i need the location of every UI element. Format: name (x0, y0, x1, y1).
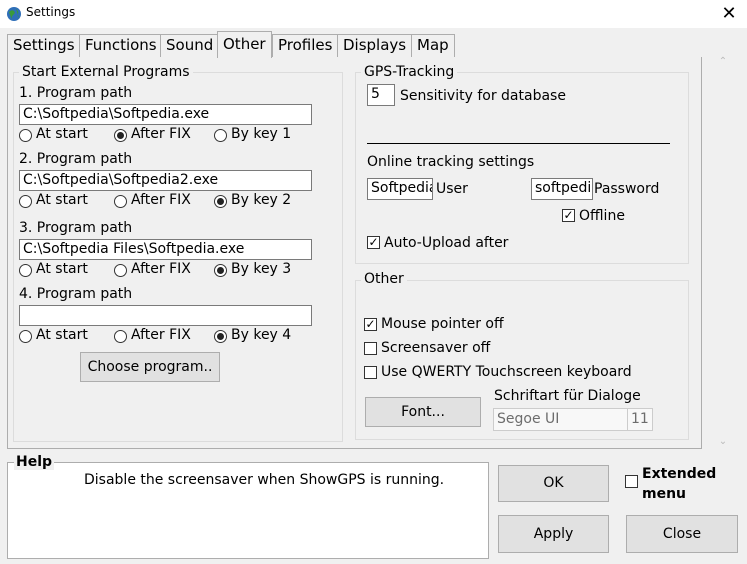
extended-menu-label: Extended menu (642, 466, 717, 502)
gps-separator (367, 143, 670, 144)
font-button[interactable]: Font... (365, 397, 481, 427)
ok-button[interactable]: OK (498, 465, 609, 502)
program-4-by-key-radio[interactable] (214, 330, 227, 343)
program-3-by-key-label: By key 3 (231, 261, 292, 277)
program-2-by-key-label: By key 2 (231, 192, 292, 208)
close-icon[interactable]: ✕ (718, 3, 740, 25)
sensitivity-input[interactable]: 5 (367, 84, 395, 106)
gps-tracking-title: GPS-Tracking (361, 64, 458, 80)
user-input[interactable]: Softpedia (367, 178, 433, 200)
program-1-by-key-label: By key 1 (231, 126, 292, 142)
external-programs-title: Start External Programs (19, 64, 193, 80)
password-label: Password (594, 181, 660, 197)
apply-button[interactable]: Apply (498, 515, 609, 553)
other-group-title: Other (361, 271, 407, 287)
help-title: Help (14, 454, 55, 470)
auto-upload-checkbox[interactable]: ✓ (367, 236, 380, 249)
font-name-field: Segoe UI (493, 408, 628, 431)
program-4-by-key-label: By key 4 (231, 327, 292, 343)
font-caption: Schriftart für Dialoge (494, 388, 641, 404)
program-1-at-start-label: At start (36, 126, 88, 142)
program-2-at-start-label: At start (36, 192, 88, 208)
tab-map[interactable]: Map (411, 34, 455, 57)
mouse-pointer-checkbox[interactable]: ✓ (364, 318, 377, 331)
window-title: Settings (26, 5, 76, 19)
screensaver-checkbox[interactable] (364, 342, 377, 355)
sensitivity-label: Sensitivity for database (400, 88, 566, 104)
program-2-path-input[interactable]: C:\Softpedia\Softpedia2.exe (19, 170, 312, 191)
program-4-label: 4. Program path (19, 286, 133, 302)
program-1-at-start-radio[interactable] (19, 129, 32, 142)
program-4-after-fix-radio[interactable] (114, 330, 127, 343)
offline-checkbox[interactable]: ✓ (562, 209, 575, 222)
choose-program-button[interactable]: Choose program.. (80, 352, 220, 382)
program-2-label: 2. Program path (19, 151, 133, 167)
scroll-up-icon[interactable]: ⌃ (703, 54, 743, 70)
help-text: Disable the screensaver when ShowGPS is … (84, 472, 445, 488)
program-3-after-fix-radio[interactable] (114, 264, 127, 277)
user-label: User (436, 181, 468, 197)
online-tracking-label: Online tracking settings (367, 154, 535, 170)
program-3-at-start-radio[interactable] (19, 264, 32, 277)
program-1-label: 1. Program path (19, 85, 133, 101)
scroll-down-icon[interactable]: ⌄ (703, 434, 743, 450)
program-1-after-fix-label: After FIX (131, 126, 191, 142)
tab-other[interactable]: Other (217, 31, 272, 58)
auto-upload-label: Auto-Upload after (384, 235, 509, 251)
program-1-path-input[interactable]: C:\Softpedia\Softpedia.exe (19, 104, 312, 125)
program-2-by-key-radio[interactable] (214, 195, 227, 208)
close-button[interactable]: Close (626, 515, 738, 553)
program-3-path-input[interactable]: C:\Softpedia Files\Softpedia.exe (19, 239, 312, 260)
program-2-after-fix-label: After FIX (131, 192, 191, 208)
font-size-field: 11 (627, 408, 653, 431)
program-1-after-fix-radio[interactable] (114, 129, 127, 142)
tab-profiles[interactable]: Profiles (272, 34, 339, 57)
screensaver-label: Screensaver off (381, 340, 491, 356)
qwerty-checkbox[interactable] (364, 366, 377, 379)
program-3-at-start-label: At start (36, 261, 88, 277)
offline-label: Offline (579, 208, 625, 224)
mouse-pointer-label: Mouse pointer off (381, 316, 504, 332)
tab-sound[interactable]: Sound (160, 34, 220, 57)
title-bar (0, 0, 747, 28)
tab-functions[interactable]: Functions (79, 34, 163, 57)
tab-displays[interactable]: Displays (337, 34, 413, 57)
program-3-after-fix-label: After FIX (131, 261, 191, 277)
program-4-at-start-label: At start (36, 327, 88, 343)
extended-menu-checkbox[interactable] (625, 475, 638, 488)
tab-settings[interactable]: Settings (7, 34, 81, 57)
qwerty-label: Use QWERTY Touchscreen keyboard (381, 364, 632, 380)
program-2-after-fix-radio[interactable] (114, 195, 127, 208)
program-4-after-fix-label: After FIX (131, 327, 191, 343)
program-1-by-key-radio[interactable] (214, 129, 227, 142)
globe-icon (7, 7, 21, 21)
password-input[interactable]: softpedia (531, 178, 593, 200)
program-3-by-key-radio[interactable] (214, 264, 227, 277)
program-2-at-start-radio[interactable] (19, 195, 32, 208)
program-4-path-input[interactable] (19, 305, 312, 326)
program-3-label: 3. Program path (19, 220, 133, 236)
program-4-at-start-radio[interactable] (19, 330, 32, 343)
